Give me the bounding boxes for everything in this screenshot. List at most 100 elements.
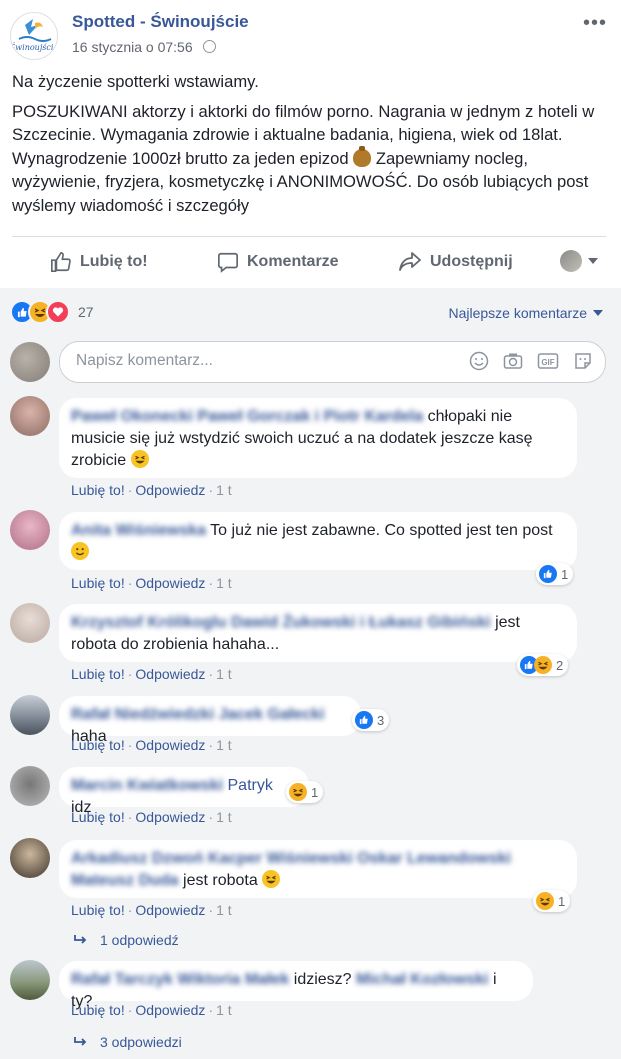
share-label: Udostępnij	[430, 253, 513, 270]
reaction-count: 27	[78, 304, 94, 320]
reply-arrow-icon	[74, 1037, 87, 1046]
comment-actions: Lubię to! · Odpowiedz · 1 t	[71, 809, 232, 825]
laugh-emoji-icon	[130, 450, 149, 468]
commenter-avatar[interactable]	[10, 603, 50, 643]
comment-reply-link[interactable]: Odpowiedz	[135, 902, 205, 918]
like-reaction-icon	[355, 711, 373, 729]
comment-actions: Lubię to! · Odpowiedz · 1 t	[71, 482, 232, 498]
comment-text: idziesz?	[293, 971, 352, 988]
comment-reactions[interactable]: 1	[533, 890, 571, 912]
comment-reply-link[interactable]: Odpowiedz	[135, 737, 205, 753]
page-avatar[interactable]: Świnoujście	[10, 12, 58, 60]
comment-bubble: Anita Wiśniewska To już nie jest zabawne…	[59, 512, 577, 570]
comment-time[interactable]: 1 t	[216, 809, 232, 825]
share-button[interactable]: Udostępnij	[398, 240, 513, 284]
reply-arrow-icon	[74, 935, 87, 944]
audience-globe-icon[interactable]	[202, 40, 216, 53]
comment-bubble: Krzysztof Królikoglu Dawid Żukowski i Łu…	[59, 604, 577, 662]
reaction-count: 2	[556, 657, 564, 673]
commenter-avatar[interactable]	[10, 960, 50, 1000]
comment-like-link[interactable]: Lubię to!	[71, 902, 125, 918]
comment-author[interactable]: Marcin Kwiatkowski	[71, 777, 223, 794]
comment-author[interactable]: Anita Wiśniewska	[71, 522, 206, 539]
current-user-avatar	[10, 342, 50, 382]
comment-actions: Lubię to! · Odpowiedz · 1 t	[71, 1002, 232, 1018]
composer-icons: GIF	[469, 351, 593, 371]
comment-reactions[interactable]: 2	[517, 654, 569, 676]
comment-like-link[interactable]: Lubię to!	[71, 809, 125, 825]
commenter-avatar[interactable]	[10, 396, 50, 436]
comment-time[interactable]: 1 t	[216, 482, 232, 498]
view-replies-link[interactable]: 3 odpowiedzi	[74, 1034, 182, 1050]
comment-time[interactable]: 1 t	[216, 737, 232, 753]
sort-label: Najlepsze komentarze	[448, 305, 587, 321]
comment-like-link[interactable]: Lubię to!	[71, 575, 125, 591]
reaction-count: 1	[311, 784, 319, 800]
comment-actions: Lubię to! · Odpowiedz · 1 t	[71, 575, 232, 591]
reaction-count: 1	[561, 566, 569, 582]
comment-author[interactable]: Paweł Okonecki Paweł Gorczak i Piotr Kar…	[71, 408, 423, 425]
sticker-icon[interactable]	[573, 351, 593, 371]
comment-like-link[interactable]: Lubię to!	[71, 737, 125, 753]
commenter-avatar[interactable]	[10, 838, 50, 878]
comment-reactions[interactable]: 1	[286, 781, 324, 803]
tagged-user[interactable]: Patryk	[228, 777, 273, 794]
comment-like-link[interactable]: Lubię to!	[71, 482, 125, 498]
haha-reaction-icon	[289, 783, 307, 801]
comment-sort-dropdown[interactable]: Najlepsze komentarze	[448, 305, 603, 321]
reactions-summary[interactable]: 27	[10, 300, 94, 324]
comment-composer[interactable]: GIF	[59, 341, 606, 383]
comment-author[interactable]: Arkadiusz Dzwoń Kacper Wiśniewski Oskar …	[71, 850, 511, 889]
comment-button[interactable]: Komentarze	[217, 240, 339, 284]
post-as-selector[interactable]	[560, 250, 598, 272]
view-replies-link[interactable]: 1 odpowiedź	[74, 932, 179, 948]
timestamp-text[interactable]: 16 stycznia o 07:56	[72, 39, 193, 55]
comment-author[interactable]: Krzysztof Królikoglu Dawid Żukowski i Łu…	[71, 614, 491, 631]
love-reaction-icon	[46, 300, 70, 324]
comment-time[interactable]: 1 t	[216, 666, 232, 682]
comment-bubble: Marcin Kwiatkowski Patryk idz	[59, 767, 309, 816]
post-paragraph-2: POSZUKIWANI aktorzy i aktorki do filmów …	[12, 100, 612, 218]
divider	[12, 236, 606, 237]
comment-reply-link[interactable]: Odpowiedz	[135, 1002, 205, 1018]
comment-text: To już nie jest zabawne. Co spotted jest…	[210, 522, 553, 539]
post-action-bar: Lubię to! Komentarze Udostępnij	[12, 240, 606, 284]
comment-like-link[interactable]: Lubię to!	[71, 1002, 125, 1018]
comment-reply-link[interactable]: Odpowiedz	[135, 575, 205, 591]
comment-reactions[interactable]: 1	[536, 563, 574, 585]
comment-reply-link[interactable]: Odpowiedz	[135, 482, 205, 498]
like-reaction-icon	[539, 565, 557, 583]
comment-author[interactable]: Rafał Tarczyk Wiktoria Małek	[71, 971, 289, 988]
comment-time[interactable]: 1 t	[216, 1002, 232, 1018]
emoji-icon[interactable]	[469, 351, 489, 371]
comment-actions: Lubię to! · Odpowiedz · 1 t	[71, 666, 232, 682]
comment-bubble: Rafał Niedźwiedzki Jacek Gałecki haha	[59, 696, 361, 745]
commenter-avatar[interactable]	[10, 695, 50, 735]
share-arrow-icon	[399, 252, 421, 271]
camera-icon[interactable]	[503, 351, 523, 371]
commenter-avatar[interactable]	[10, 766, 50, 806]
comment-actions: Lubię to! · Odpowiedz · 1 t	[71, 737, 232, 753]
tagged-user[interactable]: Michał Kozłowski	[356, 971, 488, 988]
comment-time[interactable]: 1 t	[216, 575, 232, 591]
comment-bubble: Arkadiusz Dzwoń Kacper Wiśniewski Oskar …	[59, 840, 577, 898]
page-name[interactable]: Spotted - Świnoujście	[72, 12, 249, 32]
comment-reply-link[interactable]: Odpowiedz	[135, 809, 205, 825]
comment-input[interactable]	[74, 351, 438, 371]
gif-icon[interactable]: GIF	[537, 351, 559, 371]
comment-like-link[interactable]: Lubię to!	[71, 666, 125, 682]
post-timestamp[interactable]: 16 stycznia o 07:56	[72, 39, 216, 55]
comment-author[interactable]: Rafał Niedźwiedzki Jacek Gałecki	[71, 706, 324, 723]
comment-bubble: Rafał Tarczyk Wiktoria Małek idziesz? Mi…	[59, 961, 533, 1010]
comment-reply-link[interactable]: Odpowiedz	[135, 666, 205, 682]
post-paragraph-1: Na życzenie spotterki wstawiamy.	[12, 72, 259, 91]
replies-count: 3 odpowiedzi	[100, 1034, 182, 1050]
comment-text: jest robota	[183, 872, 258, 889]
comment-time[interactable]: 1 t	[216, 902, 232, 918]
comment-reactions[interactable]: 3	[352, 709, 390, 731]
post-body: Na życzenie spotterki wstawiamy. POSZUKI…	[12, 70, 612, 223]
more-options-icon[interactable]: •••	[583, 12, 607, 35]
commenter-avatar[interactable]	[10, 510, 50, 550]
like-button[interactable]: Lubię to!	[50, 240, 148, 284]
replies-count: 1 odpowiedź	[100, 932, 179, 948]
